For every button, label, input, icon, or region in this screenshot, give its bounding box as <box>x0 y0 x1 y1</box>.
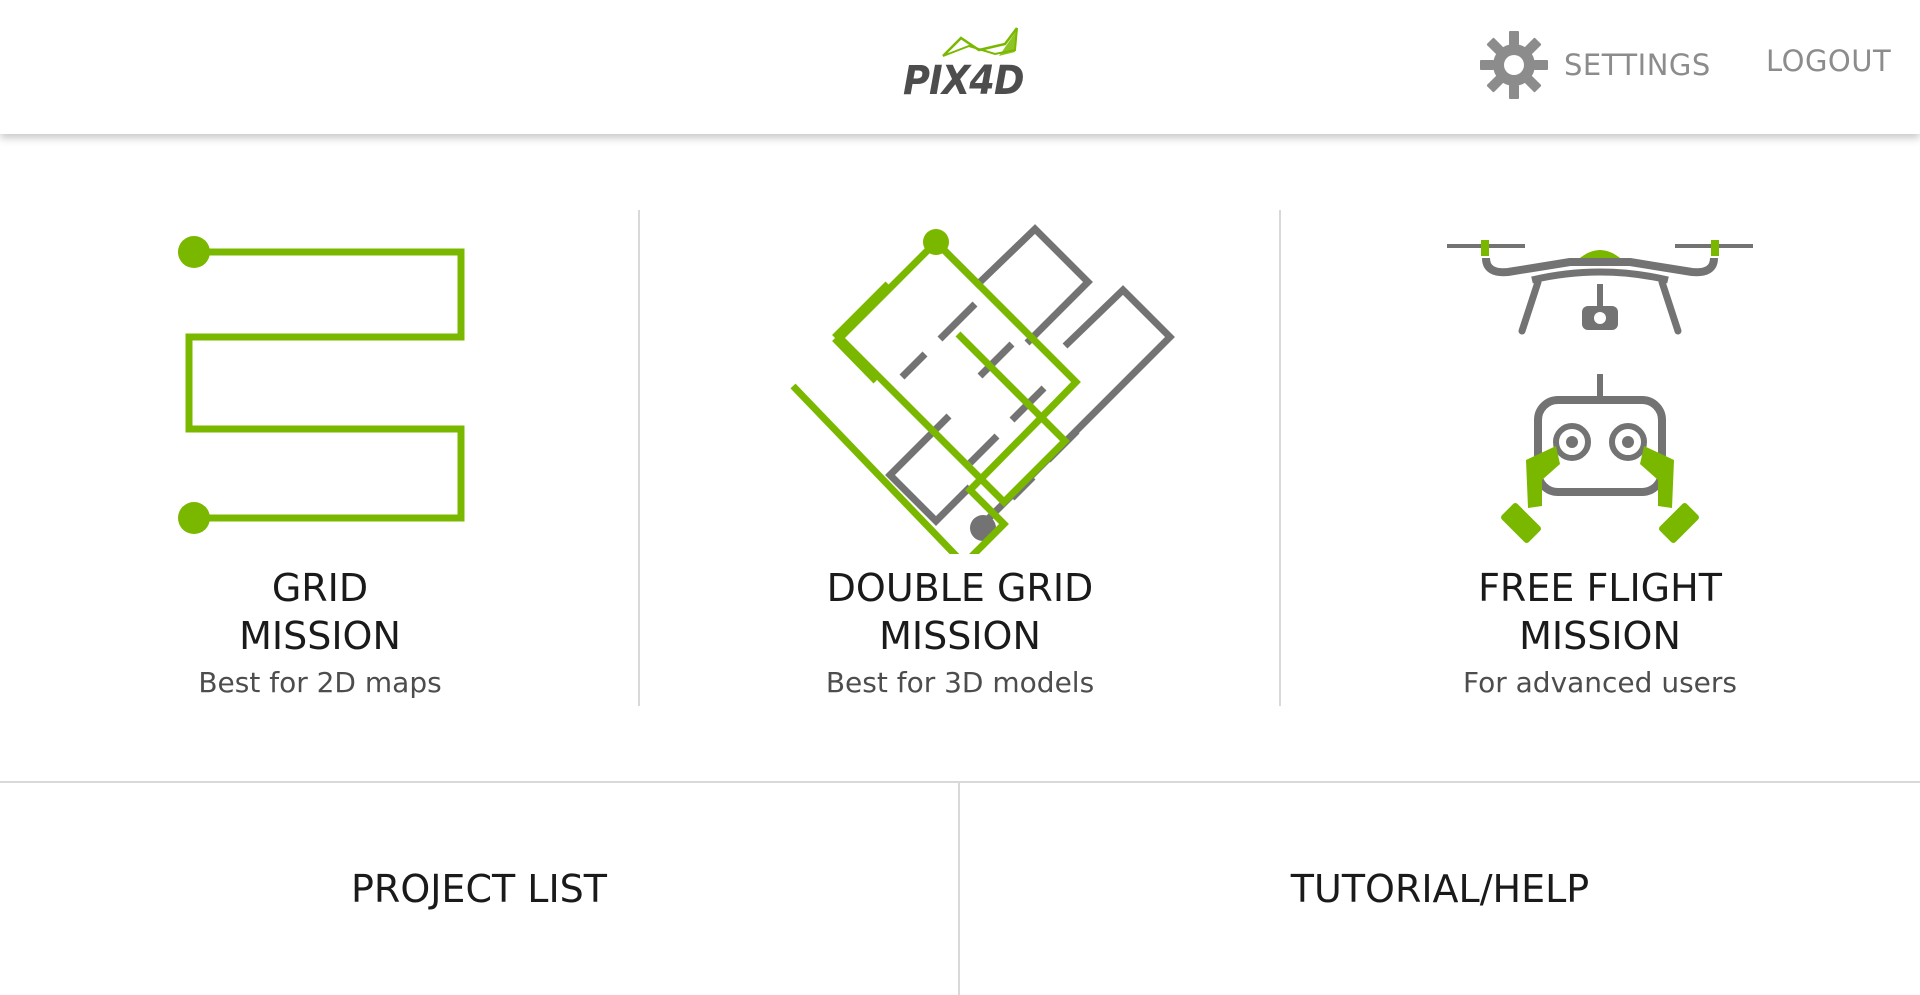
drone-icon <box>1447 240 1753 335</box>
mission-title-line2: MISSION <box>239 614 401 658</box>
mission-title: FREE FLIGHT MISSION <box>1280 564 1920 660</box>
mission-title-line1: FREE FLIGHT <box>1478 566 1722 610</box>
mission-title-line1: GRID <box>271 566 369 610</box>
mission-title-line2: MISSION <box>879 614 1041 658</box>
double-grid-path-icon <box>790 224 1175 554</box>
mission-selector: GRID MISSION Best for 2D maps DOUBLE GRI… <box>0 134 1920 781</box>
settings-label: SETTINGS <box>1564 48 1711 82</box>
mission-title-line2: MISSION <box>1519 614 1681 658</box>
mission-title: DOUBLE GRID MISSION <box>640 564 1280 660</box>
logout-button[interactable]: LOGOUT <box>1766 44 1891 78</box>
drone-controller-icon <box>1447 240 1753 543</box>
double-grid-mission-card[interactable]: DOUBLE GRID MISSION Best for 3D models <box>640 134 1280 781</box>
gear-icon <box>1480 31 1548 99</box>
mission-title: GRID MISSION <box>0 564 640 660</box>
logo-text: PIX4D <box>903 58 1025 104</box>
free-flight-mission-card[interactable]: FREE FLIGHT MISSION For advanced users <box>1280 134 1920 781</box>
grid-mission-card[interactable]: GRID MISSION Best for 2D maps <box>0 134 640 781</box>
pix4d-logo: PIX4D <box>903 26 1025 106</box>
project-list-button[interactable]: PROJECT LIST <box>0 783 958 995</box>
mission-subtitle: Best for 2D maps <box>198 666 442 699</box>
mission-title-line1: DOUBLE GRID <box>826 566 1094 610</box>
tutorial-help-button[interactable]: TUTORIAL/HELP <box>960 783 1920 995</box>
remote-controller-icon <box>1501 374 1699 543</box>
mission-subtitle: For advanced users <box>1462 666 1737 699</box>
settings-button[interactable]: SETTINGS <box>1478 28 1711 102</box>
grid-path-icon <box>178 236 465 534</box>
mission-subtitle: Best for 3D models <box>825 666 1095 699</box>
app-header: PIX4D SETTINGS LOGOUT <box>0 0 1920 134</box>
